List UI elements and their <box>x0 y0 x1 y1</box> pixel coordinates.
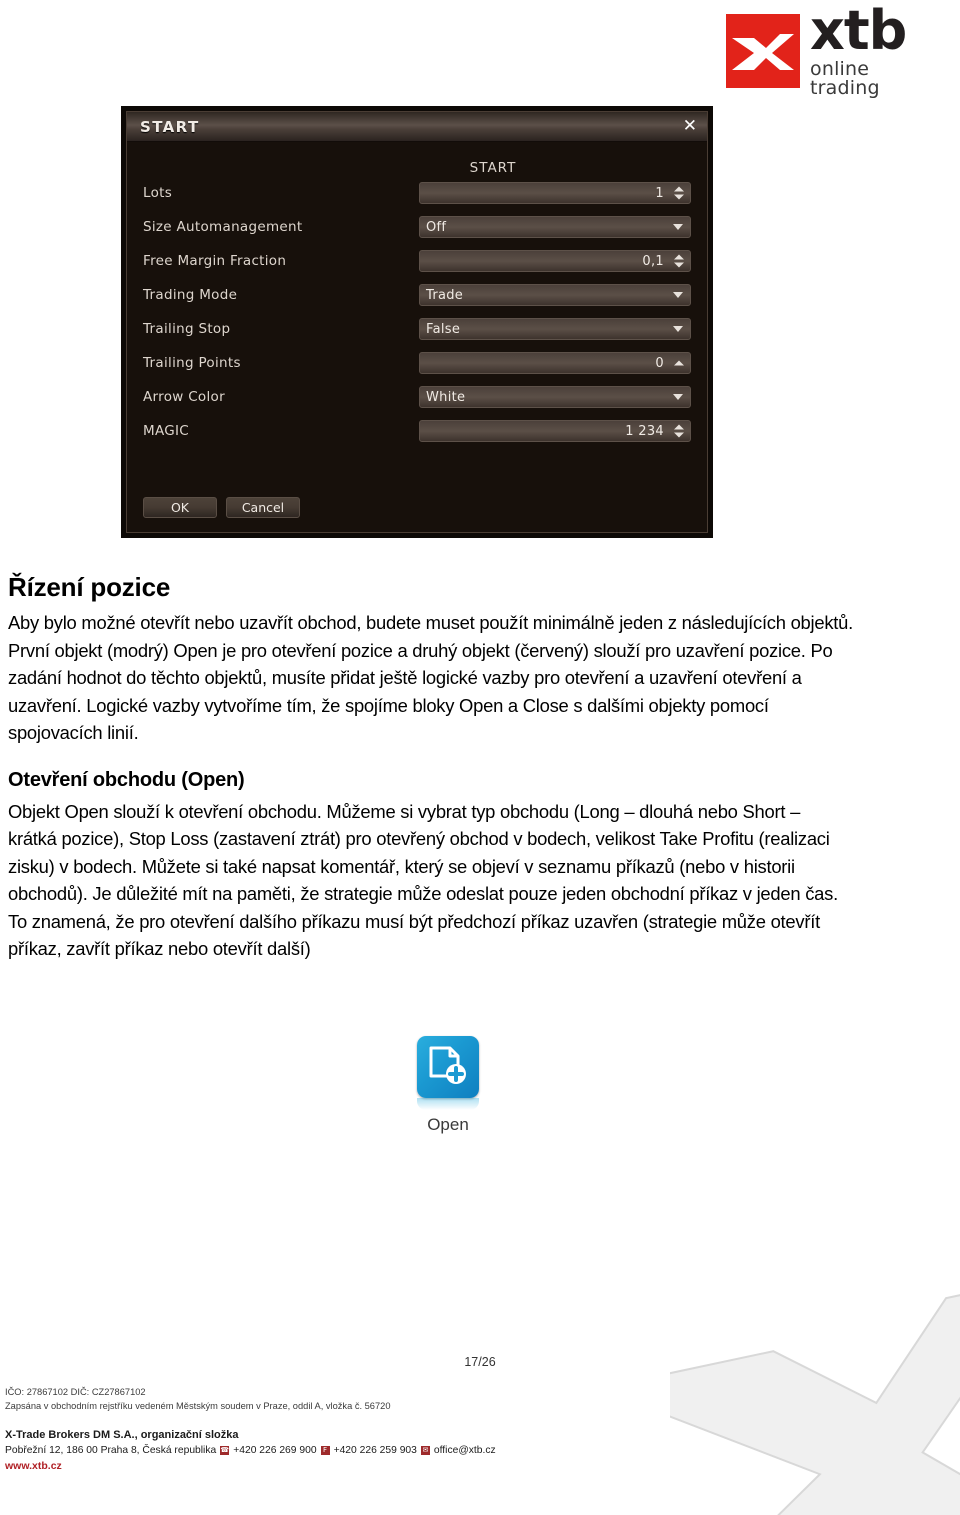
chevron-down-icon[interactable] <box>673 224 683 230</box>
dialog-section-label: START <box>469 160 517 176</box>
company-fax: +420 226 259 903 <box>333 1445 417 1456</box>
xtb-watermark-icon <box>593 1275 960 1515</box>
field-value-trailing-points: 0 <box>655 355 664 371</box>
logo-tagline: online trading <box>810 58 880 99</box>
company-phone: +420 226 269 900 <box>233 1445 317 1456</box>
field-select-arrow-color[interactable]: White <box>419 386 691 408</box>
open-object-label: Open <box>427 1115 469 1134</box>
chevron-down-icon[interactable] <box>673 326 683 332</box>
article-content: Řízení pozice Aby bylo možné otevřít neb… <box>8 572 853 963</box>
fax-icon: F <box>320 1446 330 1455</box>
dialog-title: START <box>140 117 200 136</box>
field-value-trading-mode: Trade <box>426 287 464 303</box>
field-value-size-automanagement: Off <box>426 219 447 235</box>
field-input-trailing-points[interactable]: 0 <box>419 352 691 374</box>
field-label-lots: Lots <box>143 185 173 201</box>
field-value-free-margin-fraction: 0,1 <box>642 253 664 269</box>
field-label-size-automanagement: Size Automanagement <box>143 219 303 235</box>
legal-block: IČO: 27867102 DIČ: CZ27867102 Zapsána v … <box>5 1386 391 1413</box>
dialog-title-bar[interactable]: START ✕ <box>127 112 707 142</box>
field-label-trailing-stop: Trailing Stop <box>143 321 231 337</box>
chevron-down-icon[interactable] <box>673 292 683 298</box>
paragraph-intro: Aby bylo možné otevřít nebo uzavřít obch… <box>8 612 853 743</box>
field-label-magic: MAGIC <box>143 423 190 439</box>
field-row-lots: Lots 1 <box>143 176 691 210</box>
email-icon: ✉ <box>420 1446 430 1455</box>
field-input-magic[interactable]: 1 234 <box>419 420 691 442</box>
spinner-icon[interactable] <box>674 254 684 268</box>
dialog-body: START Lots 1 Size Automanagement Off Fre… <box>127 142 707 532</box>
field-row-trailing-stop: Trailing Stop False <box>143 312 691 346</box>
spinner-up-icon[interactable] <box>674 360 684 366</box>
cancel-button[interactable]: Cancel <box>226 497 300 518</box>
paragraph-open: Objekt Open slouží k otevření obchodu. M… <box>8 800 838 960</box>
chevron-down-icon[interactable] <box>673 394 683 400</box>
company-contact-block: X-Trade Brokers DM S.A., organizační slo… <box>5 1429 496 1472</box>
page-title: Řízení pozice <box>8 572 171 602</box>
close-icon[interactable]: ✕ <box>683 118 697 135</box>
start-dialog: START ✕ START Lots 1 Size Automanagement <box>126 111 708 533</box>
page-number: 17/26 <box>464 1355 496 1369</box>
phone-icon: ☎ <box>220 1446 230 1455</box>
field-input-lots[interactable]: 1 <box>419 182 691 204</box>
field-value-magic: 1 234 <box>625 423 664 439</box>
dialog-button-bar: OK Cancel <box>143 497 300 518</box>
logo-wordmark: xtb <box>810 0 907 62</box>
field-row-size-automanagement: Size Automanagement Off <box>143 210 691 244</box>
field-row-magic: MAGIC 1 234 <box>143 414 691 448</box>
spinner-icon[interactable] <box>674 186 684 200</box>
start-dialog-screenshot: START ✕ START Lots 1 Size Automanagement <box>121 106 713 538</box>
field-input-free-margin-fraction[interactable]: 0,1 <box>419 250 691 272</box>
field-label-free-margin-fraction: Free Margin Fraction <box>143 253 287 269</box>
ok-button[interactable]: OK <box>143 497 217 518</box>
field-value-lots: 1 <box>655 185 664 201</box>
company-address-line: Pobřežní 12, 186 00 Praha 8, Česká repub… <box>5 1445 496 1456</box>
field-select-trading-mode[interactable]: Trade <box>419 284 691 306</box>
company-address: Pobřežní 12, 186 00 Praha 8, Česká repub… <box>5 1445 217 1456</box>
xtb-logo: xtb online trading <box>726 4 938 98</box>
document-page: xtb online trading START ✕ START Lots 1 <box>0 0 960 1515</box>
legal-line-registry: Zapsána v obchodním rejstříku vedeném Mě… <box>5 1400 391 1411</box>
field-row-free-margin-fraction: Free Margin Fraction 0,1 <box>143 244 691 278</box>
open-object-figure: Open <box>388 1036 508 1135</box>
field-value-trailing-stop: False <box>426 321 461 337</box>
field-row-arrow-color: Arrow Color White <box>143 380 691 414</box>
legal-line-ico: IČO: 27867102 DIČ: CZ27867102 <box>5 1387 146 1397</box>
field-label-trading-mode: Trading Mode <box>143 287 238 303</box>
field-value-arrow-color: White <box>426 389 466 405</box>
company-email[interactable]: office@xtb.cz <box>434 1445 496 1456</box>
open-document-plus-icon <box>417 1036 479 1110</box>
field-select-trailing-stop[interactable]: False <box>419 318 691 340</box>
spinner-icon[interactable] <box>674 424 684 438</box>
company-website-link[interactable]: www.xtb.cz <box>5 1460 496 1472</box>
field-row-trailing-points: Trailing Points 0 <box>143 346 691 380</box>
xtb-logo-mark-icon <box>726 14 800 88</box>
field-label-arrow-color: Arrow Color <box>143 389 225 405</box>
field-row-trading-mode: Trading Mode Trade <box>143 278 691 312</box>
section-heading-open: Otevření obchodu (Open) <box>8 768 245 791</box>
field-select-size-automanagement[interactable]: Off <box>419 216 691 238</box>
field-label-trailing-points: Trailing Points <box>143 355 241 371</box>
company-name: X-Trade Brokers DM S.A., organizační slo… <box>5 1429 239 1441</box>
